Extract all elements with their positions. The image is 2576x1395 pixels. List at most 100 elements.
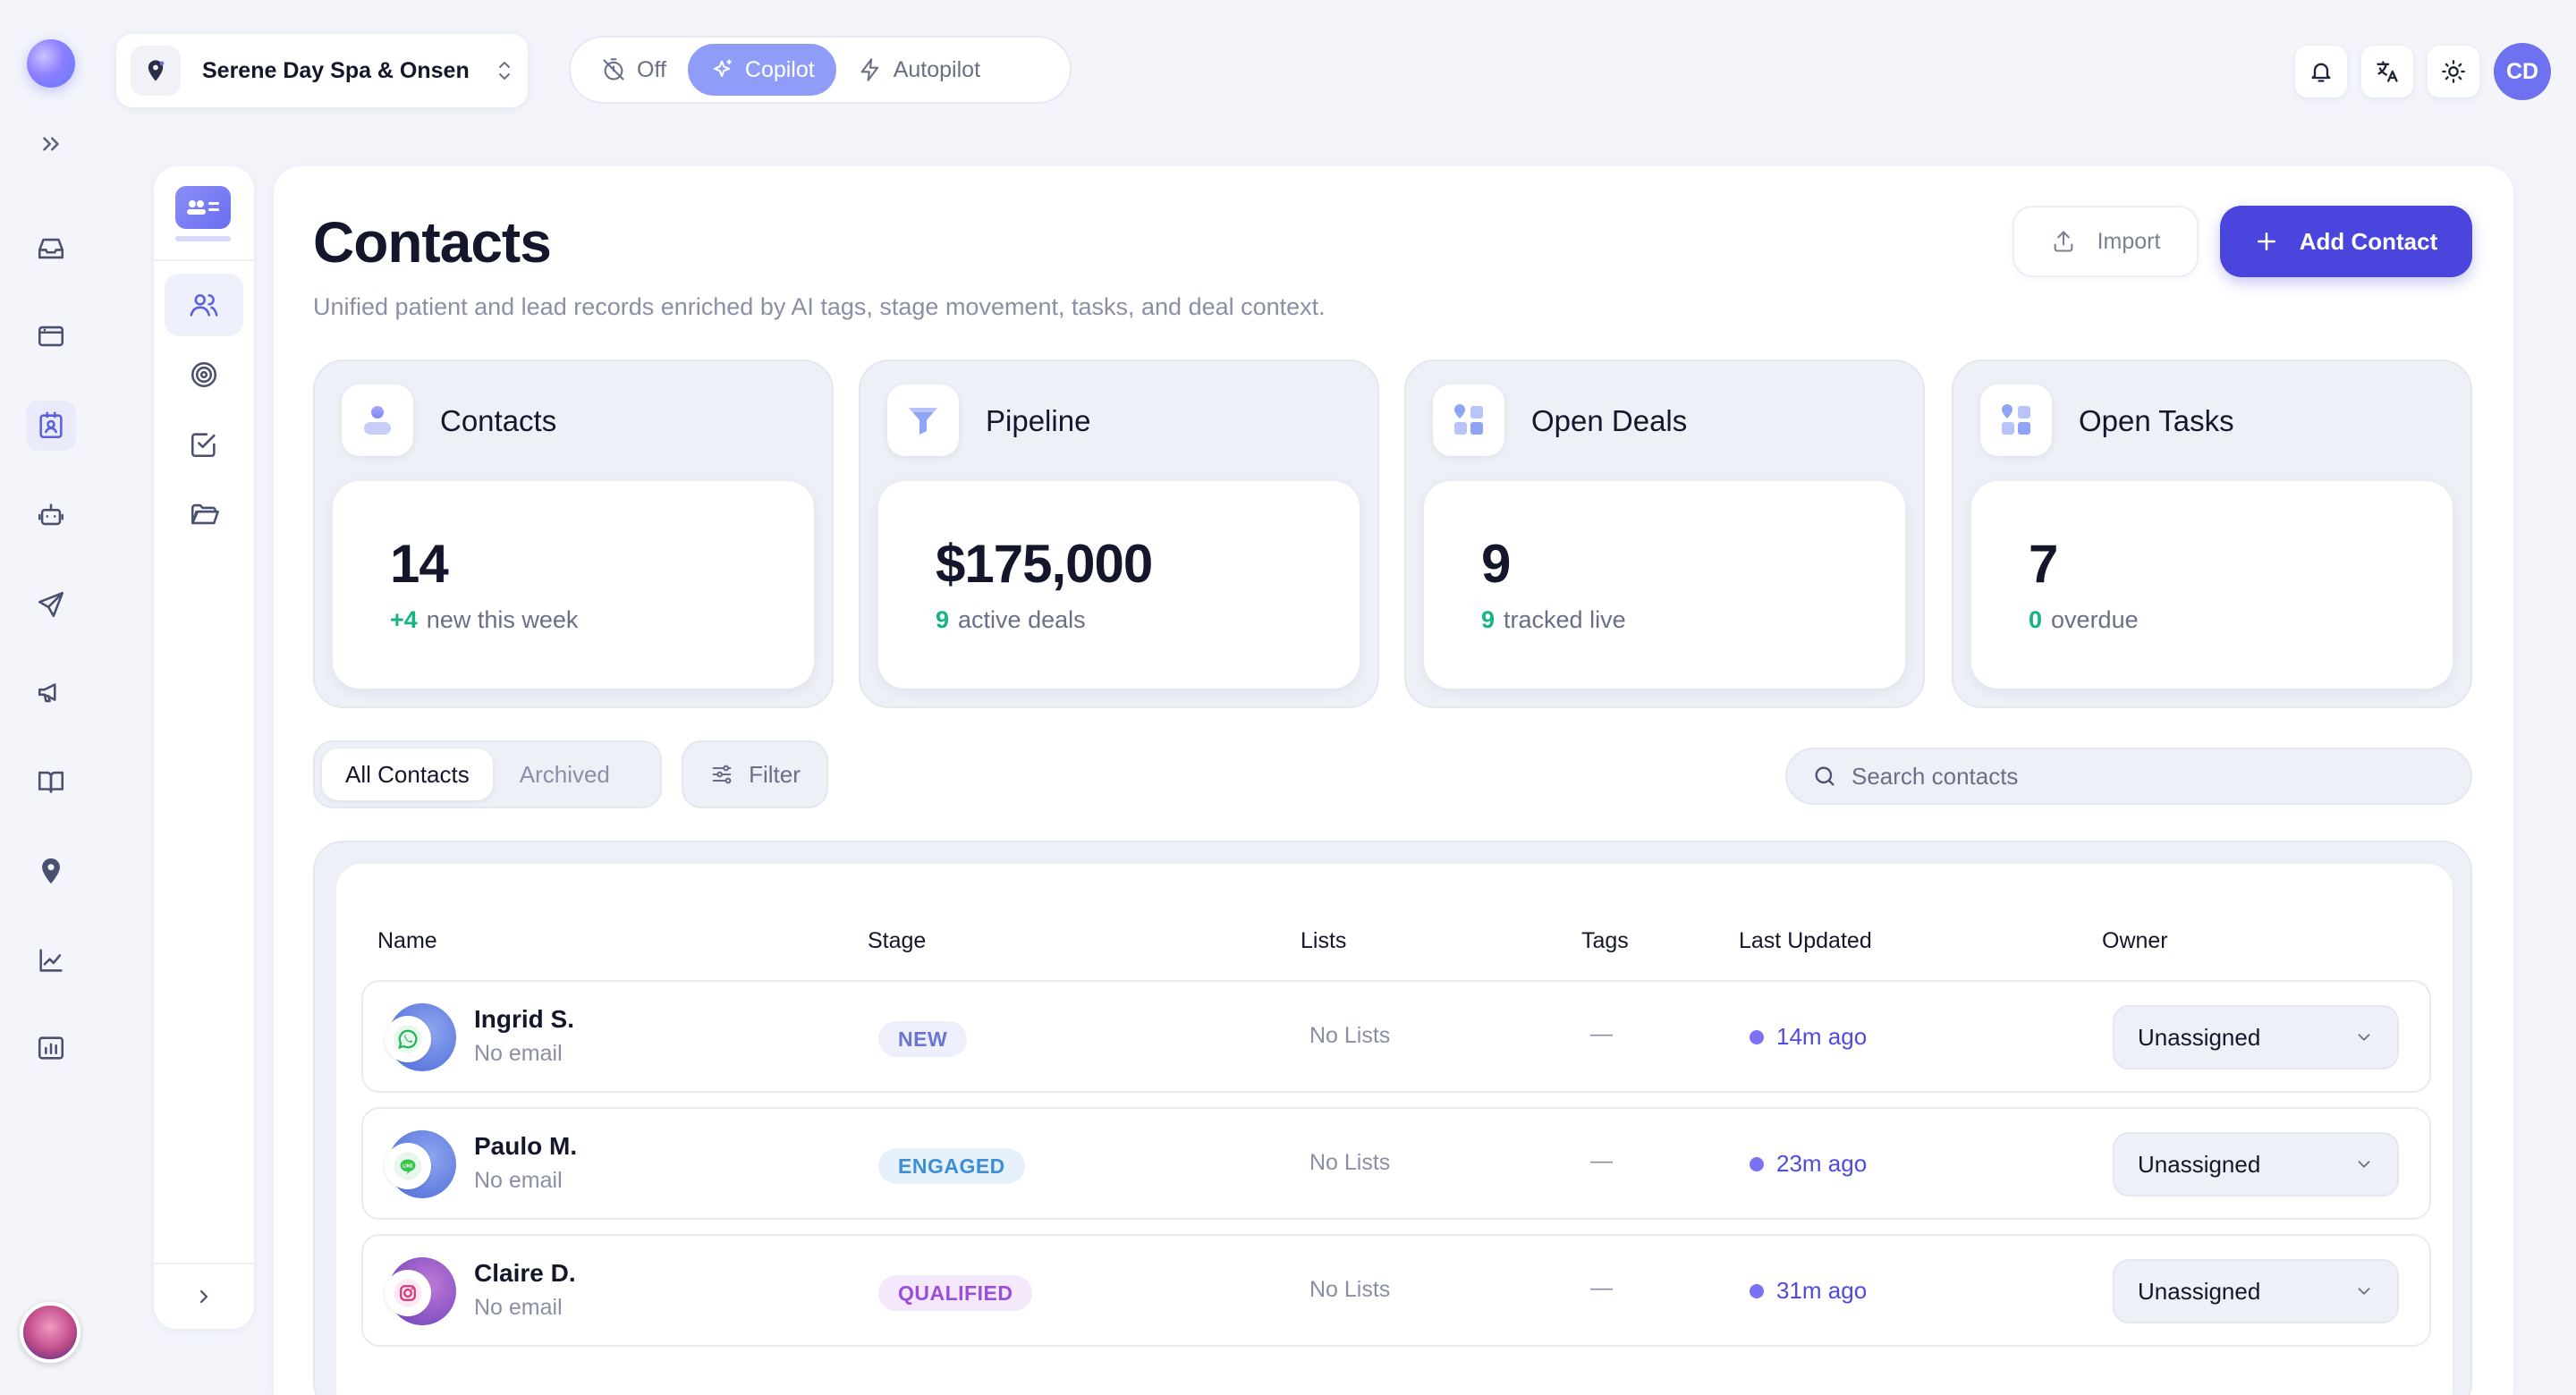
owner-select[interactable]: Unassigned [2113, 1005, 2399, 1070]
tab-archived[interactable]: Archived [496, 748, 633, 800]
module-underline [175, 236, 231, 241]
user-avatar[interactable] [20, 1302, 80, 1363]
owner-value: Unassigned [2138, 1277, 2261, 1305]
status-dot [1750, 1283, 1764, 1298]
stage-badge: QUALIFIED [878, 1275, 1033, 1311]
subnav-divider [154, 259, 254, 261]
translate-icon[interactable] [2361, 46, 2413, 97]
line-icon: LINE [385, 1143, 431, 1189]
stat-panel: 7 0 overdue [1971, 481, 2453, 689]
rail-location-icon[interactable] [26, 846, 76, 896]
last-updated: 23m ago [1750, 1150, 1867, 1178]
contact-avatar [385, 1003, 456, 1071]
lightning-icon [860, 58, 878, 81]
search-input[interactable] [1852, 762, 2445, 790]
instagram-icon [385, 1270, 431, 1316]
stat-note: new this week [426, 606, 579, 633]
rail-reports-icon[interactable] [26, 1023, 76, 1073]
rail-analytics-icon[interactable] [26, 935, 76, 985]
search-box [1785, 748, 2472, 805]
mode-autopilot-button[interactable]: Autopilot [836, 44, 1002, 96]
stat-label: Open Deals [1531, 404, 1688, 437]
stat-value: 7 [2029, 534, 2058, 594]
table-row[interactable]: LINE Paulo M. No email ENGAGED No Lists … [361, 1107, 2431, 1220]
expand-rail-icon[interactable] [38, 131, 64, 157]
rail-contacts-icon[interactable] [26, 401, 76, 451]
contacts-module-icon [175, 186, 231, 229]
stat-label: Pipeline [986, 404, 1091, 437]
sun-icon[interactable] [2428, 46, 2479, 97]
stat-note: active deals [958, 606, 1086, 633]
contact-lists: No Lists [1309, 1150, 1391, 1175]
add-contact-label: Add Contact [2299, 227, 2438, 255]
contact-name[interactable]: Ingrid S. [474, 1005, 574, 1034]
last-updated-text: 23m ago [1776, 1150, 1868, 1177]
table-row[interactable]: Ingrid S. No email NEW No Lists — 14m ag… [361, 980, 2431, 1093]
sparkles-icon [713, 59, 732, 78]
filter-label: Filter [749, 760, 801, 788]
stat-footnote: 9 active deals [936, 606, 1086, 634]
column-header-stage[interactable]: Stage [868, 928, 926, 954]
top-right-actions: CD [2295, 43, 2551, 100]
contact-name[interactable]: Claire D. [474, 1259, 576, 1288]
last-updated-text: 31m ago [1776, 1277, 1868, 1304]
contact-tags: — [1590, 1148, 1613, 1173]
table-row[interactable]: Claire D. No email QUALIFIED No Lists — … [361, 1234, 2431, 1347]
mode-off-button[interactable]: Off [580, 44, 688, 96]
column-header-lists[interactable]: Lists [1301, 928, 1346, 954]
contact-avatar: LINE [385, 1130, 456, 1198]
search-icon [1815, 766, 1835, 786]
mode-copilot-button[interactable]: Copilot [687, 44, 836, 96]
location-pin-icon [131, 46, 181, 96]
rail-bot-icon[interactable] [26, 490, 76, 540]
stat-delta: 0 [2029, 606, 2043, 633]
stat-value: $175,000 [936, 534, 1153, 594]
import-label: Import [2097, 228, 2161, 254]
tasks-grid-icon [1980, 385, 2052, 456]
chevron-updown-icon [496, 59, 513, 82]
contacts-page: Contacts Unified patient and lead record… [274, 166, 2513, 1395]
subnav-tasks-icon[interactable] [165, 413, 243, 476]
import-button[interactable]: Import [2012, 206, 2199, 277]
add-contact-button[interactable]: Add Contact [2220, 206, 2472, 277]
stat-delta: 9 [936, 606, 950, 633]
rail-inbox-icon[interactable] [26, 224, 76, 274]
stat-value: 14 [390, 534, 449, 594]
stat-panel: 14 +4 new this week [333, 481, 814, 689]
subnav-folder-icon[interactable] [165, 483, 243, 545]
contact-email: No email [474, 1295, 563, 1320]
last-updated: 31m ago [1750, 1277, 1867, 1305]
owner-select[interactable]: Unassigned [2113, 1259, 2399, 1323]
stat-card-open-deals: Open Deals 9 9 tracked live [1404, 359, 1925, 708]
rail-send-icon[interactable] [26, 579, 76, 630]
rail-book-icon[interactable] [26, 757, 76, 807]
business-name: Serene Day Spa & Onsen [202, 57, 470, 83]
tab-all-contacts[interactable]: All Contacts [322, 748, 493, 800]
stat-card-open-tasks: Open Tasks 7 0 overdue [1952, 359, 2472, 708]
owner-select[interactable]: Unassigned [2113, 1132, 2399, 1196]
stat-label: Open Tasks [2079, 404, 2234, 437]
stat-card-pipeline: Pipeline $175,000 9 active deals [859, 359, 1379, 708]
bell-icon[interactable] [2295, 46, 2347, 97]
stat-value: 9 [1481, 534, 1511, 594]
filter-button[interactable]: Filter [682, 740, 828, 808]
column-header-last-updated[interactable]: Last Updated [1739, 928, 1872, 954]
page-title: Contacts [313, 210, 552, 275]
contact-lists: No Lists [1309, 1277, 1391, 1302]
column-header-owner[interactable]: Owner [2102, 928, 2168, 954]
column-header-name[interactable]: Name [377, 928, 437, 954]
plus-icon [2257, 232, 2275, 250]
business-selector[interactable]: Serene Day Spa & Onsen [116, 34, 528, 107]
subnav-target-icon[interactable] [165, 343, 243, 406]
contact-avatar [385, 1257, 456, 1325]
rail-megaphone-icon[interactable] [26, 667, 76, 717]
collapse-chevron-icon[interactable] [193, 1286, 215, 1307]
column-header-tags[interactable]: Tags [1581, 928, 1629, 954]
contact-name[interactable]: Paulo M. [474, 1132, 577, 1161]
stat-panel: 9 9 tracked live [1424, 481, 1905, 689]
app-logo[interactable] [27, 39, 75, 88]
sliders-icon [712, 765, 732, 784]
account-avatar[interactable]: CD [2494, 43, 2551, 100]
subnav-people-icon[interactable] [165, 274, 243, 336]
rail-browser-icon[interactable] [26, 311, 76, 361]
